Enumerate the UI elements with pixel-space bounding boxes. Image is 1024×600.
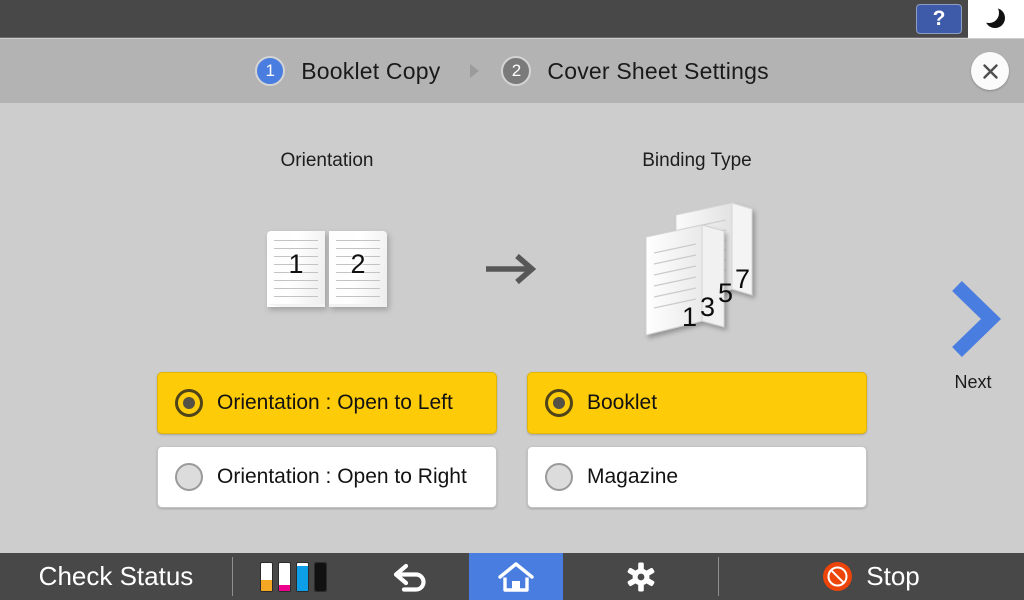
toner-levels-button[interactable] (233, 553, 353, 600)
book-page-right: 2 (329, 231, 387, 307)
sheet-number-1: 1 (682, 302, 698, 332)
stop-icon (823, 562, 853, 591)
next-label: Next (954, 372, 992, 392)
settings-button[interactable] (563, 553, 718, 600)
radio-selected-icon (545, 389, 573, 417)
option-label: Booklet (587, 391, 658, 414)
folded-sheets-icon: 1 3 5 7 (640, 193, 770, 343)
wizard-header: 1 Booklet Copy 2 Cover Sheet Settings (0, 39, 1024, 103)
bottom-status-bar: Check Status Stop (0, 553, 1024, 600)
option-label: Magazine (587, 465, 679, 488)
radio-unselected-icon (175, 463, 203, 491)
breadcrumb: 1 Booklet Copy 2 Cover Sheet Settings (255, 56, 769, 86)
stop-label: Stop (866, 561, 920, 591)
close-icon (982, 63, 998, 79)
step-1-badge: 1 (255, 56, 286, 86)
close-button[interactable] (971, 52, 1009, 90)
sheet-number-3: 3 (700, 292, 716, 322)
option-label: Orientation : Open to Left (217, 391, 453, 414)
system-bar: ? (0, 0, 1024, 38)
back-button[interactable] (353, 553, 469, 600)
check-status-label: Check Status (38, 561, 194, 591)
option-binding-booklet[interactable]: Booklet (527, 372, 867, 434)
wizard-step-1[interactable]: 1 Booklet Copy (255, 56, 440, 86)
check-status-button[interactable]: Check Status (0, 553, 232, 600)
wizard-step-2[interactable]: 2 Cover Sheet Settings (501, 56, 769, 86)
sheet-number-7: 7 (735, 264, 751, 294)
back-arrow-icon (393, 563, 426, 592)
toner-bar-magenta (277, 561, 291, 592)
chevron-right-icon (952, 280, 1001, 358)
home-icon (498, 561, 534, 592)
touch-panel-screen: ? 1 Booklet Copy 2 Cover Sheet Settings (0, 0, 1024, 600)
sheet-number-5: 5 (718, 278, 734, 308)
moon-icon (985, 7, 1007, 30)
option-label: Orientation : Open to Right (217, 465, 467, 488)
option-orientation-open-right[interactable]: Orientation : Open to Right (157, 446, 497, 508)
next-button[interactable]: Next (930, 280, 1016, 420)
step-2-label: Cover Sheet Settings (547, 57, 769, 84)
step-2-badge: 2 (501, 56, 532, 86)
toner-bar-cyan (295, 561, 309, 592)
toner-levels-icon (259, 561, 327, 592)
page-number-left: 1 (288, 249, 304, 279)
binding-section-title: Binding Type (642, 150, 752, 171)
arrow-right-icon (484, 251, 544, 287)
gear-icon (627, 562, 654, 591)
chevron-right-icon (470, 64, 480, 78)
night-mode-button[interactable] (968, 0, 1024, 38)
option-orientation-open-left[interactable]: Orientation : Open to Left (157, 372, 497, 434)
book-page-left: 1 (267, 231, 325, 307)
option-binding-magazine[interactable]: Magazine (527, 446, 867, 508)
step-1-label: Booklet Copy (301, 57, 441, 84)
orientation-section-title: Orientation (280, 150, 374, 171)
radio-unselected-icon (545, 463, 573, 491)
question-mark-icon: ? (932, 7, 946, 30)
radio-selected-icon (175, 389, 203, 417)
toner-bar-black (313, 561, 327, 592)
home-button[interactable] (469, 553, 563, 600)
toner-bar-yellow (259, 561, 273, 592)
open-book-icon: 1 2 (267, 231, 387, 307)
page-number-right: 2 (350, 249, 366, 279)
help-button[interactable]: ? (916, 3, 962, 34)
stop-button[interactable]: Stop (719, 553, 1024, 600)
main-panel: Orientation Binding Type 1 2 1 3 5 7 Ori… (0, 103, 1024, 553)
